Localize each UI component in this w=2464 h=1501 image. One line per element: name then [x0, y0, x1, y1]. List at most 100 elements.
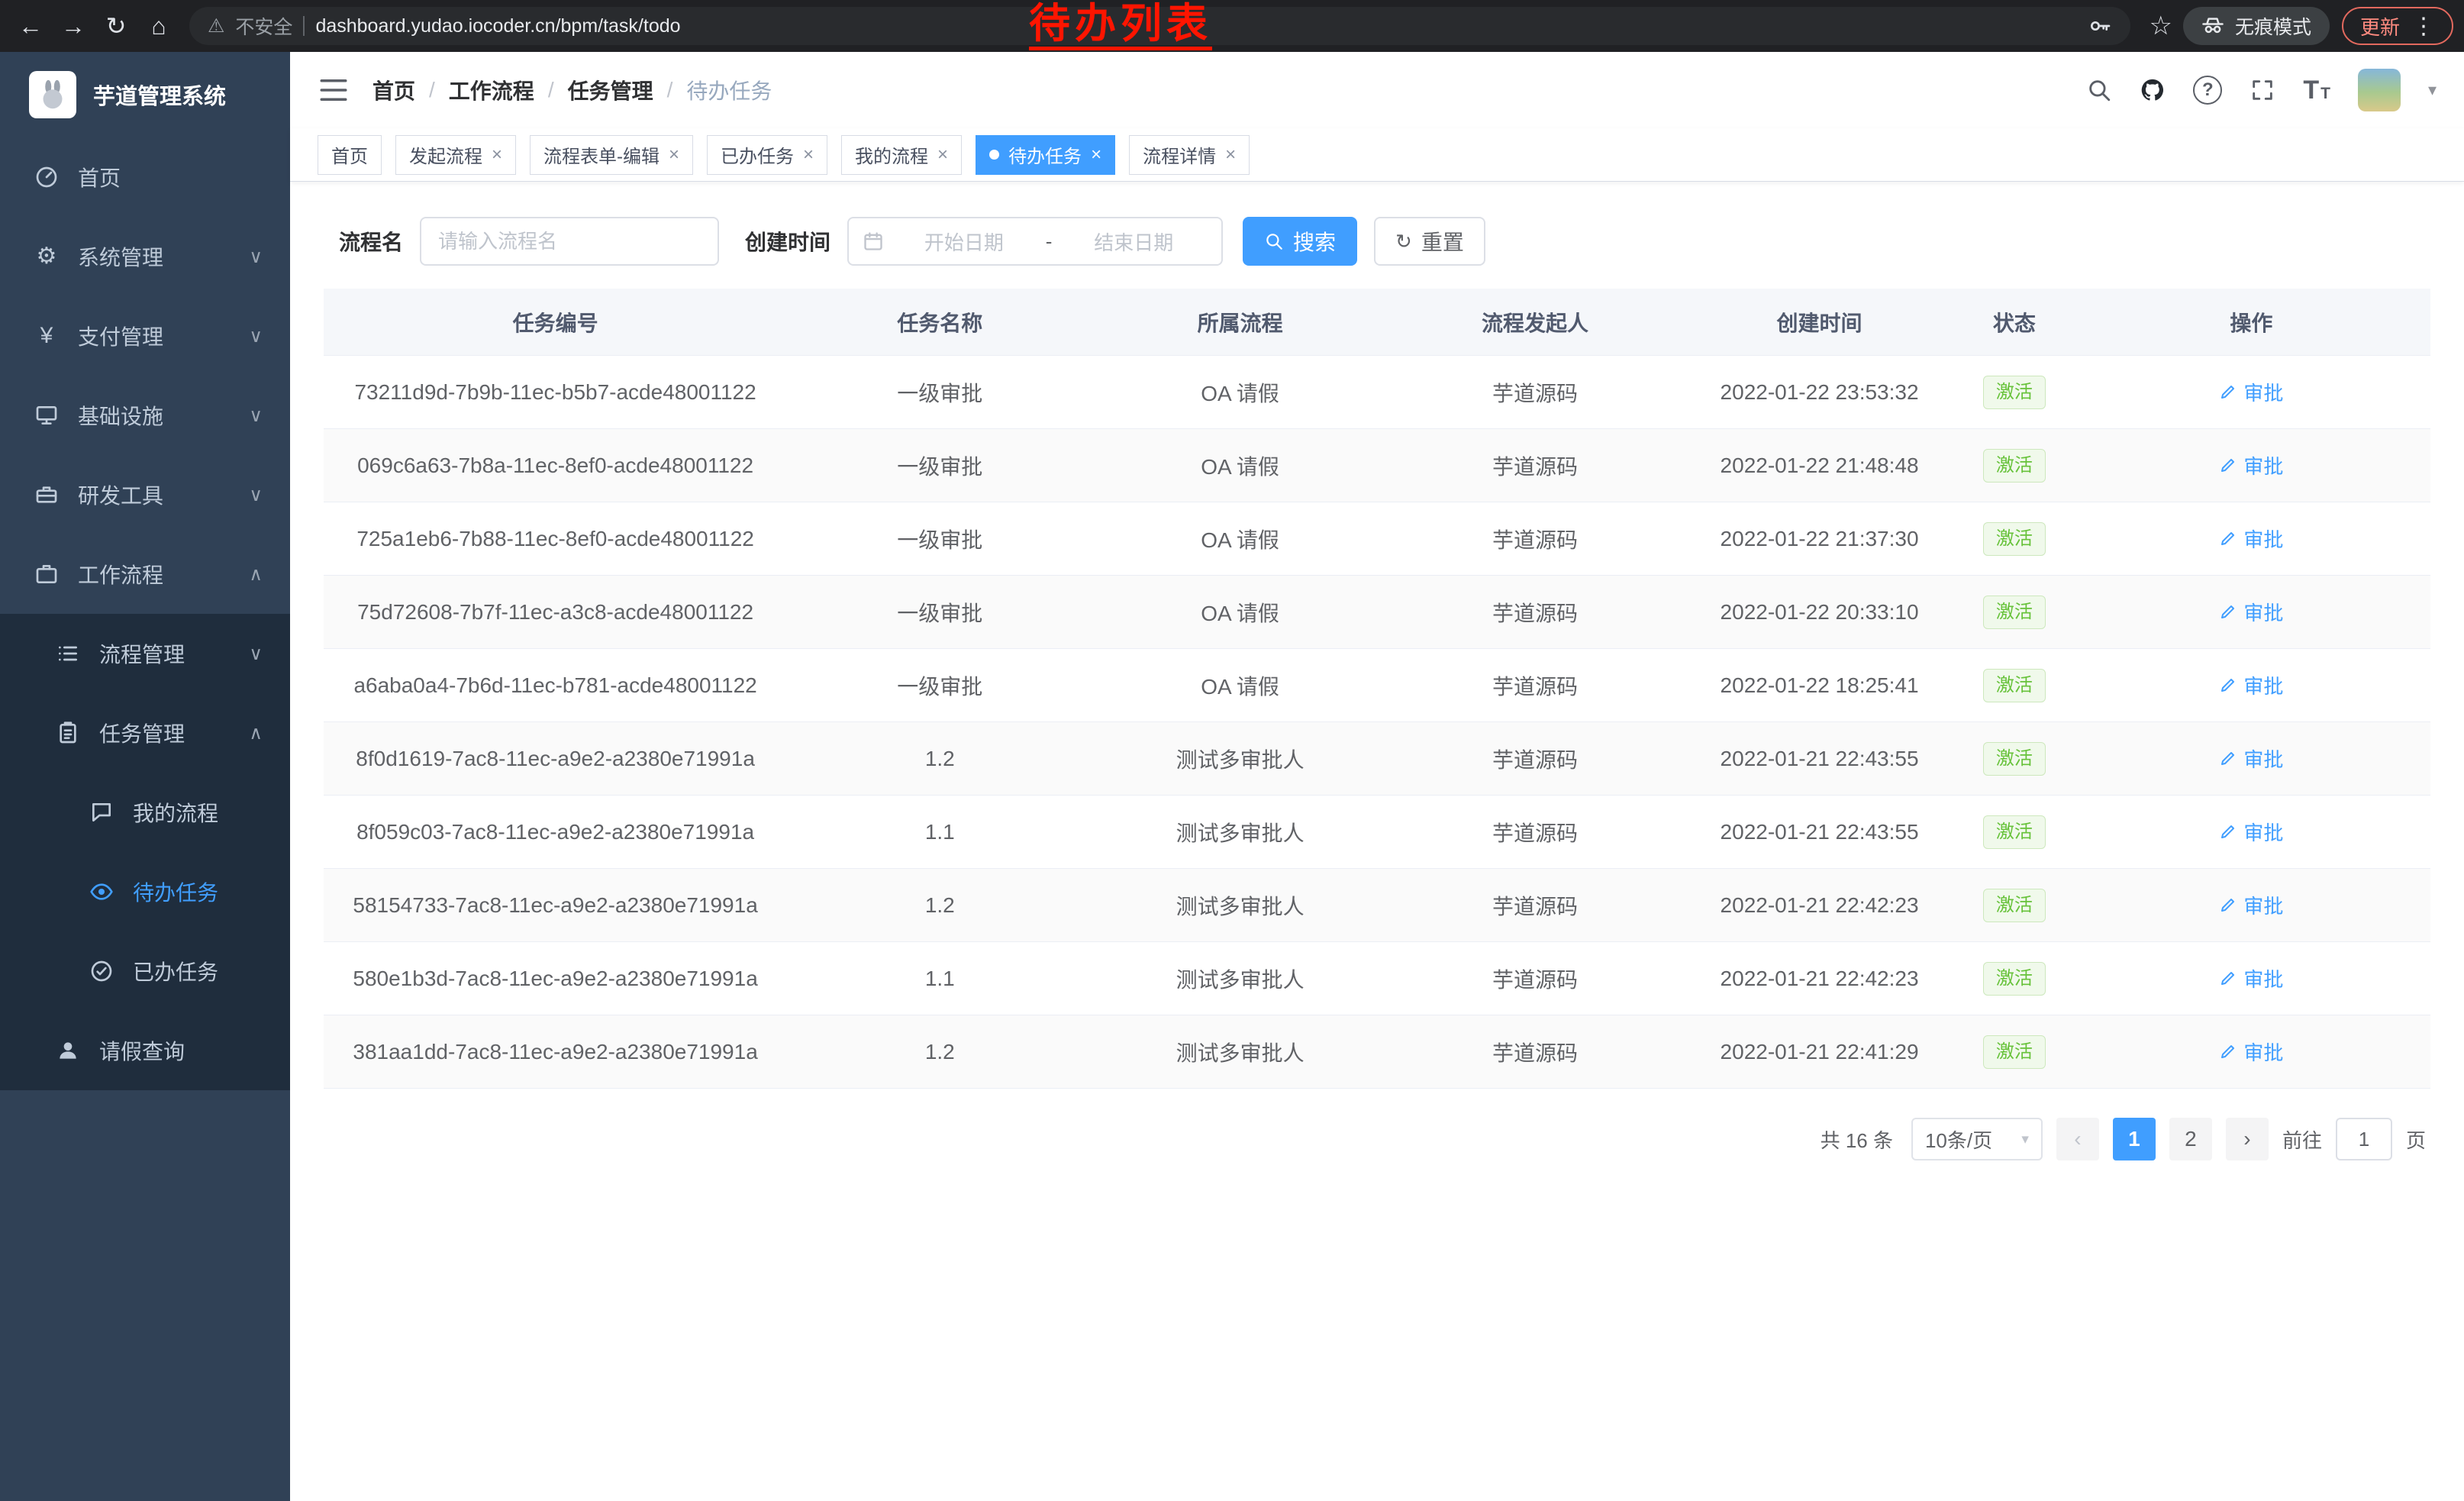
cell-task-name: 一级审批 [787, 450, 1092, 481]
menu-label: 研发工具 [78, 479, 163, 510]
incognito-icon [2201, 15, 2224, 37]
tab-start-process[interactable]: 发起流程 × [395, 135, 516, 175]
avatar-caret-icon[interactable]: ▾ [2428, 80, 2437, 100]
tab-form-edit[interactable]: 流程表单-编辑 × [530, 135, 693, 175]
reset-button-label: 重置 [1421, 226, 1464, 257]
chevron-down-icon: ∨ [249, 325, 263, 347]
menu-label: 待办任务 [133, 876, 218, 907]
table-row: 8f059c03-7ac8-11ec-a9e2-a2380e71991a 1.1… [324, 796, 2430, 869]
app-logo[interactable]: 芋道管理系统 [0, 52, 290, 137]
close-icon[interactable]: × [937, 144, 948, 166]
sidebar-item-system[interactable]: ⚙ 系统管理 ∨ [0, 217, 290, 296]
start-date-input[interactable]: 开始日期 [890, 228, 1038, 256]
browser-menu-icon[interactable]: ⋮ [2412, 13, 2435, 40]
user-avatar[interactable] [2358, 69, 2401, 111]
approve-button[interactable]: 审批 [2219, 451, 2283, 479]
page-button-1[interactable]: 1 [2113, 1118, 2156, 1160]
approve-button[interactable]: 审批 [2219, 671, 2283, 699]
sidebar-item-my-process[interactable]: 我的流程 [0, 773, 290, 852]
approve-button[interactable]: 审批 [2219, 378, 2283, 406]
sidebar-item-leave-query[interactable]: 请假查询 [0, 1011, 290, 1090]
sidebar-item-process-mgmt[interactable]: 流程管理 ∨ [0, 614, 290, 693]
cell-task-id: 75d72608-7b7f-11ec-a3c8-acde48001122 [324, 600, 787, 625]
approve-button[interactable]: 审批 [2219, 891, 2283, 919]
list-icon [55, 641, 81, 667]
cell-process: OA 请假 [1092, 597, 1387, 628]
bookmark-star-icon[interactable]: ☆ [2149, 11, 2172, 41]
edit-icon [2219, 1042, 2237, 1060]
cell-task-id: a6aba0a4-7b6d-11ec-b781-acde48001122 [324, 673, 787, 698]
close-icon[interactable]: × [1225, 144, 1236, 166]
approve-button[interactable]: 审批 [2219, 744, 2283, 773]
sidebar-item-home[interactable]: 首页 [0, 137, 290, 217]
sidebar-item-infra[interactable]: 基础设施 ∨ [0, 376, 290, 455]
date-separator: - [1044, 230, 1054, 253]
prev-page-button[interactable]: ‹ [2056, 1118, 2099, 1160]
tab-label: 流程表单-编辑 [543, 141, 660, 168]
cell-task-name: 一级审批 [787, 524, 1092, 554]
help-icon[interactable]: ? [2193, 76, 2222, 105]
breadcrumb-item[interactable]: 首页 [373, 75, 415, 105]
process-name-input[interactable] [420, 217, 719, 266]
search-button[interactable]: 搜索 [1243, 217, 1357, 266]
chevron-up-icon: ∧ [249, 722, 263, 744]
sidebar-item-todo-tasks[interactable]: 待办任务 [0, 852, 290, 931]
approve-label: 审批 [2243, 891, 2283, 919]
cell-process: 测试多审批人 [1092, 1037, 1387, 1067]
sidebar-item-done-tasks[interactable]: 已办任务 [0, 931, 290, 1011]
chevron-down-icon: ∨ [249, 246, 263, 268]
approve-button[interactable]: 审批 [2219, 964, 2283, 993]
next-page-button[interactable]: › [2226, 1118, 2269, 1160]
date-range-picker[interactable]: 开始日期 - 结束日期 [847, 217, 1223, 266]
tab-my-process[interactable]: 我的流程× [841, 135, 962, 175]
font-size-icon[interactable]: TT [2303, 76, 2330, 105]
sidebar-item-devtools[interactable]: 研发工具 ∨ [0, 455, 290, 534]
search-icon[interactable] [2086, 77, 2112, 103]
cell-initiator: 芋道源码 [1388, 817, 1682, 847]
hamburger-icon[interactable] [318, 74, 350, 106]
end-date-input[interactable]: 结束日期 [1059, 228, 1208, 256]
approve-button[interactable]: 审批 [2219, 1038, 2283, 1066]
forward-button[interactable]: → [53, 6, 93, 46]
tab-todo-tasks[interactable]: 待办任务× [976, 135, 1115, 175]
tab-label: 发起流程 [409, 141, 482, 168]
toolbox-icon [34, 482, 60, 508]
home-button[interactable]: ⌂ [139, 6, 179, 46]
reset-button[interactable]: ↻ 重置 [1374, 217, 1485, 266]
back-button[interactable]: ← [11, 6, 50, 46]
tab-done-tasks[interactable]: 已办任务× [707, 135, 827, 175]
github-icon[interactable] [2140, 77, 2166, 103]
sidebar-item-task-mgmt[interactable]: 任务管理 ∧ [0, 693, 290, 773]
incognito-badge: 无痕模式 [2183, 7, 2330, 45]
approve-button[interactable]: 审批 [2219, 598, 2283, 626]
breadcrumb-item[interactable]: 工作流程 [449, 75, 534, 105]
security-label: 不安全 [235, 12, 292, 40]
breadcrumb-separator: / [429, 78, 435, 102]
close-icon[interactable]: × [1091, 144, 1101, 166]
close-icon[interactable]: × [803, 144, 814, 166]
key-icon[interactable] [2088, 14, 2112, 38]
table-header-row: 任务编号 任务名称 所属流程 流程发起人 创建时间 状态 操作 [324, 289, 2430, 356]
update-chip[interactable]: 更新 ⋮ [2342, 7, 2453, 45]
approve-button[interactable]: 审批 [2219, 818, 2283, 846]
sidebar-item-payment[interactable]: ¥ 支付管理 ∨ [0, 296, 290, 376]
fullscreen-icon[interactable] [2250, 77, 2275, 103]
approve-button[interactable]: 审批 [2219, 525, 2283, 553]
tab-process-detail[interactable]: 流程详情× [1129, 135, 1250, 175]
topbar-actions: ? TT ▾ [2086, 69, 2437, 111]
edit-icon [2219, 529, 2237, 547]
table-row: 8f0d1619-7ac8-11ec-a9e2-a2380e71991a 1.2… [324, 722, 2430, 796]
goto-page-input[interactable] [2336, 1118, 2392, 1160]
close-icon[interactable]: × [669, 144, 679, 166]
cell-initiator: 芋道源码 [1388, 377, 1682, 408]
page-size-select[interactable]: 10条/页 ▾ [1911, 1118, 2043, 1160]
page-button-2[interactable]: 2 [2169, 1118, 2212, 1160]
sidebar-item-workflow[interactable]: 工作流程 ∧ [0, 534, 290, 614]
active-tab-dot [989, 150, 999, 160]
tab-home[interactable]: 首页 [318, 135, 382, 175]
edit-icon [2219, 456, 2237, 474]
close-icon[interactable]: × [492, 144, 502, 166]
reload-button[interactable]: ↻ [96, 6, 136, 46]
breadcrumb-item[interactable]: 任务管理 [568, 75, 653, 105]
table-row: a6aba0a4-7b6d-11ec-b781-acde48001122 一级审… [324, 649, 2430, 722]
